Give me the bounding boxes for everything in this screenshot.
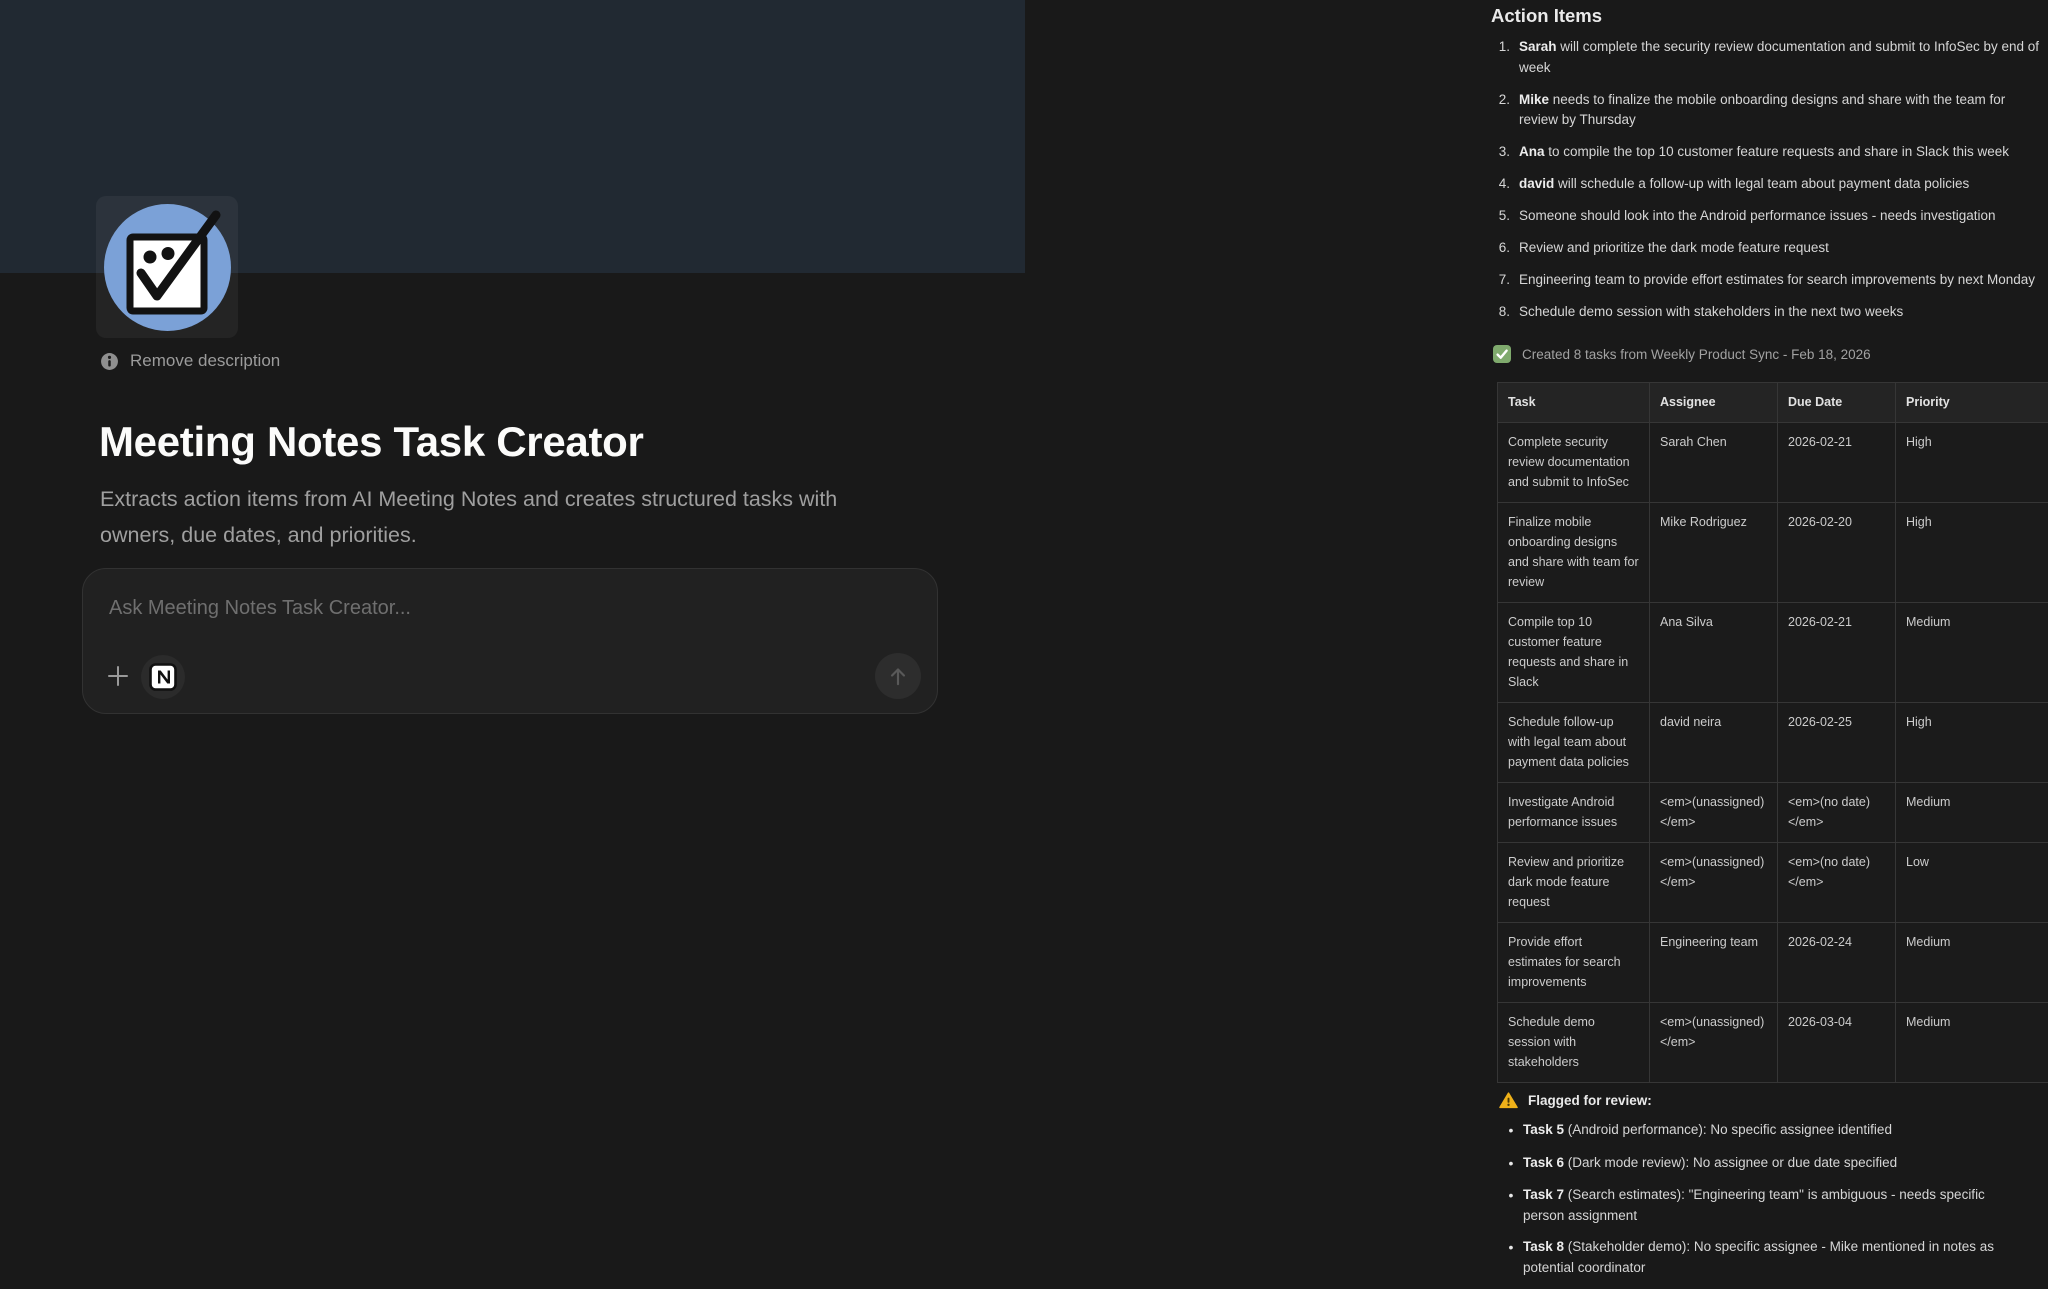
list-item: 8.Schedule demo session with stakeholder…	[1490, 302, 2048, 323]
table-row: Review and prioritize dark mode feature …	[1498, 843, 2048, 923]
table-row: Finalize mobile onboarding designs and s…	[1498, 503, 2048, 603]
notion-logo-icon	[147, 661, 179, 693]
page-icon[interactable]	[96, 196, 238, 338]
table-row: Compile top 10 customer feature requests…	[1498, 603, 2048, 703]
response-panel: Action Items 1.Sarah will complete the s…	[1490, 0, 2048, 1280]
col-header-task: Task	[1498, 383, 1650, 423]
arrow-up-icon	[885, 663, 911, 689]
list-item: Task 7 (Search estimates): "Engineering …	[1499, 1185, 2048, 1226]
list-item: 4.david will schedule a follow-up with l…	[1490, 174, 2048, 195]
tasks-table: Task Assignee Due Date Priority Complete…	[1497, 382, 2048, 1083]
remove-description-button[interactable]: Remove description	[100, 351, 280, 371]
created-tasks-status: Created 8 tasks from Weekly Product Sync…	[1492, 344, 1871, 364]
list-item: 5.Someone should look into the Android p…	[1490, 206, 2048, 227]
notion-logo-button[interactable]	[141, 655, 185, 699]
flagged-heading-row: Flagged for review:	[1499, 1092, 2048, 1109]
chat-input-box[interactable]: Ask Meeting Notes Task Creator...	[82, 568, 938, 714]
list-item: Task 8 (Stakeholder demo): No specific a…	[1499, 1237, 2048, 1278]
action-items-list: 1.Sarah will complete the security revie…	[1490, 37, 2048, 334]
list-item: 3.Ana to compile the top 10 customer fea…	[1490, 142, 2048, 163]
created-tasks-text: Created 8 tasks from Weekly Product Sync…	[1522, 347, 1871, 362]
table-row: Schedule demo session with stakeholders<…	[1498, 1003, 2048, 1083]
info-icon	[100, 352, 119, 371]
flagged-section: Flagged for review: Task 5 (Android perf…	[1497, 1092, 2048, 1278]
ballot-box-with-check-icon	[100, 200, 235, 335]
col-header-assignee: Assignee	[1650, 383, 1778, 423]
table-row: Investigate Android performance issues<e…	[1498, 783, 2048, 843]
col-header-due-date: Due Date	[1778, 383, 1896, 423]
send-button[interactable]	[875, 653, 921, 699]
table-row: Complete security review documentation a…	[1498, 423, 2048, 503]
flagged-heading: Flagged for review:	[1528, 1093, 1652, 1108]
warning-icon	[1499, 1092, 1518, 1109]
table-header-row: Task Assignee Due Date Priority	[1498, 383, 2048, 423]
page-description[interactable]: Extracts action items from AI Meeting No…	[100, 481, 878, 553]
col-header-priority: Priority	[1896, 383, 2048, 423]
remove-description-label: Remove description	[130, 351, 280, 371]
list-item: 2.Mike needs to finalize the mobile onbo…	[1490, 90, 2048, 131]
green-check-icon	[1492, 344, 1512, 364]
table-row: Provide effort estimates for search impr…	[1498, 923, 2048, 1003]
list-item: 6.Review and prioritize the dark mode fe…	[1490, 238, 2048, 259]
table-row: Schedule follow-up with legal team about…	[1498, 703, 2048, 783]
flagged-list: Task 5 (Android performance): No specifi…	[1499, 1120, 2048, 1278]
action-items-heading: Action Items	[1491, 5, 1602, 27]
list-item: Task 5 (Android performance): No specifi…	[1499, 1120, 2048, 1142]
page-title[interactable]: Meeting Notes Task Creator	[99, 418, 644, 466]
list-item: 7.Engineering team to provide effort est…	[1490, 270, 2048, 291]
results-section: Task Assignee Due Date Priority Complete…	[1497, 382, 2048, 1289]
add-attachment-button[interactable]	[103, 661, 133, 691]
list-item: 1.Sarah will complete the security revie…	[1490, 37, 2048, 78]
list-item: Task 6 (Dark mode review): No assignee o…	[1499, 1153, 2048, 1175]
chat-input-placeholder: Ask Meeting Notes Task Creator...	[109, 597, 411, 620]
